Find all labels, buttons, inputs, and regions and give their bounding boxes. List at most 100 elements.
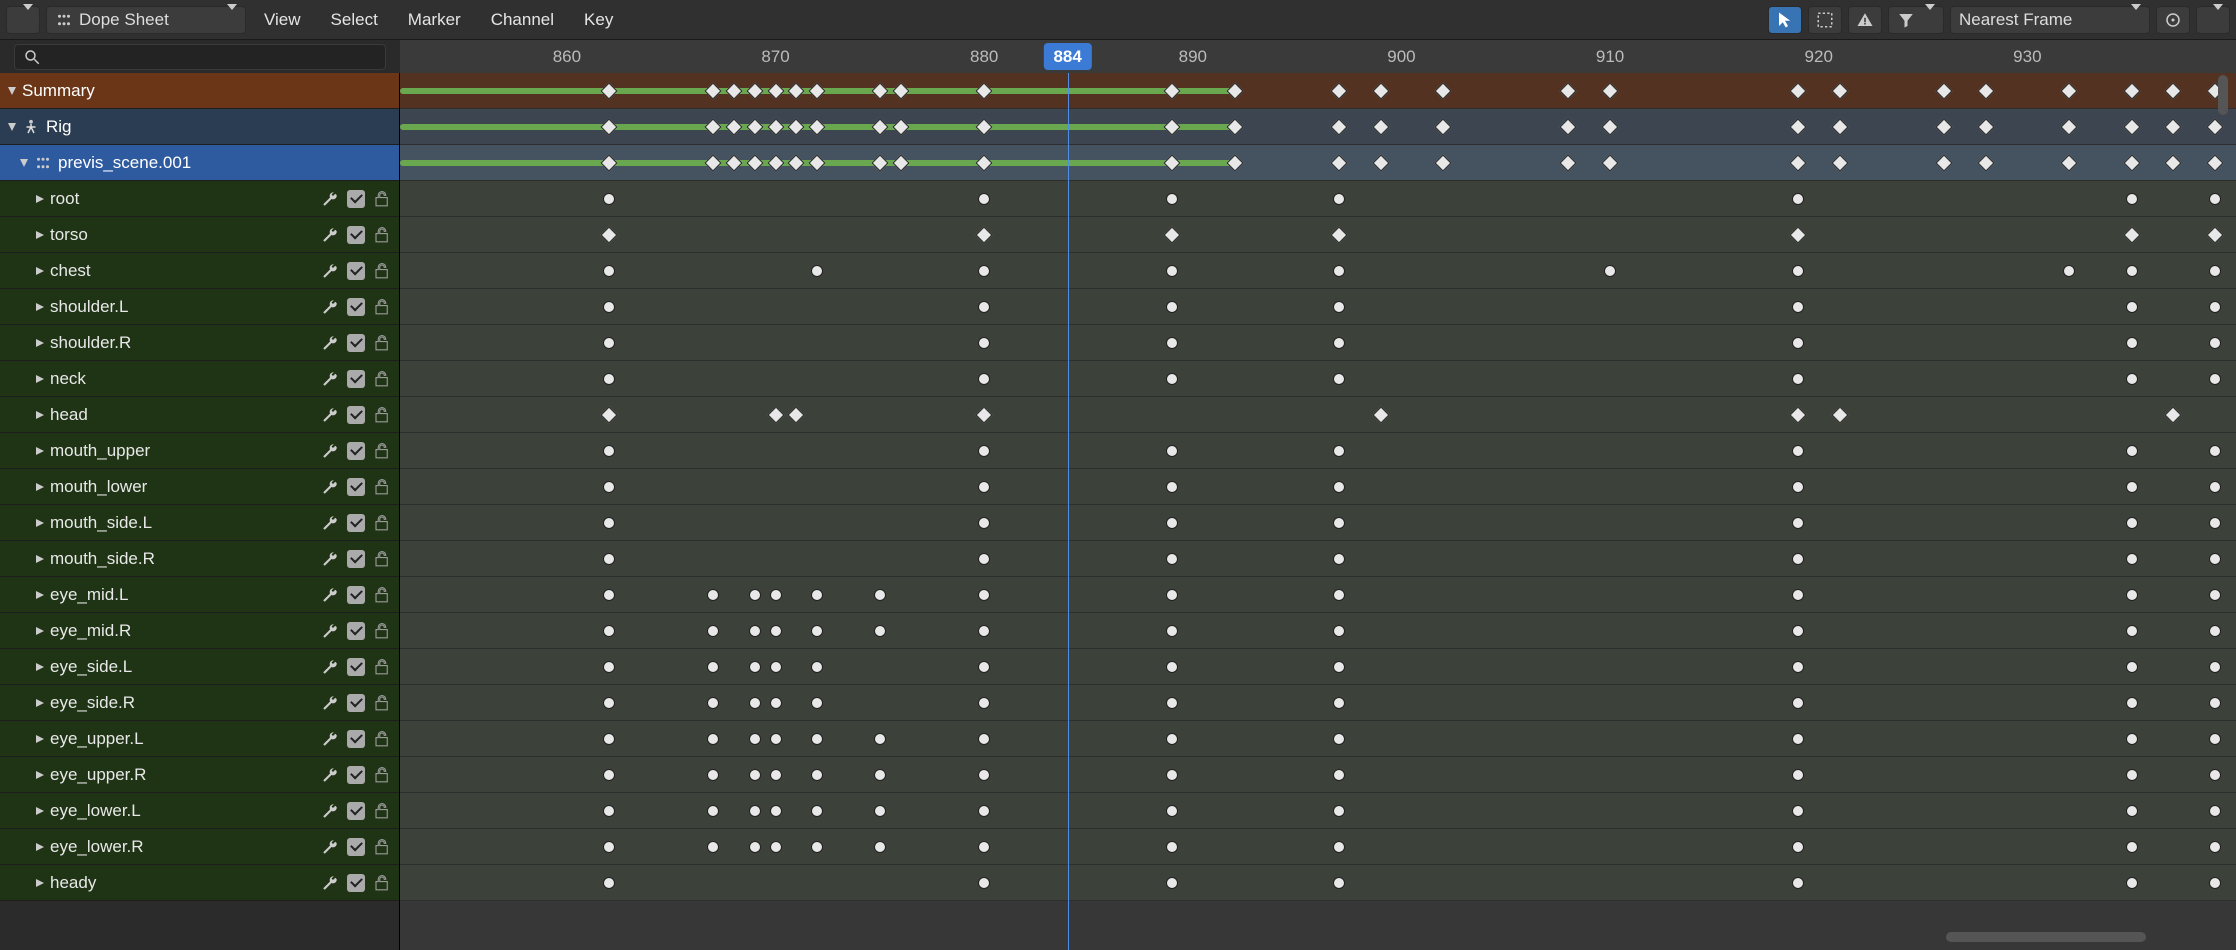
horizontal-scrollbar[interactable] <box>400 932 2236 946</box>
keyframe[interactable] <box>1935 154 1952 171</box>
modifier-toggle[interactable] <box>321 370 339 388</box>
keyframe[interactable] <box>746 82 763 99</box>
timeline-area[interactable] <box>400 73 2236 950</box>
keyframe[interactable] <box>978 481 990 493</box>
keyframe[interactable] <box>1166 661 1178 673</box>
keyframe[interactable] <box>978 697 990 709</box>
keyframe[interactable] <box>874 805 886 817</box>
keyframe[interactable] <box>707 769 719 781</box>
keyframe[interactable] <box>1333 265 1345 277</box>
keyframe[interactable] <box>603 265 615 277</box>
keyframe[interactable] <box>1792 625 1804 637</box>
menu-marker[interactable]: Marker <box>396 10 473 30</box>
timeline-row[interactable] <box>400 145 2236 181</box>
mute-toggle[interactable] <box>347 370 365 388</box>
keyframe[interactable] <box>767 82 784 99</box>
box-select-button[interactable] <box>1808 6 1842 34</box>
disclosure-open-icon[interactable] <box>8 123 16 131</box>
disclosure-closed-icon[interactable] <box>36 879 44 887</box>
channel-row[interactable]: mouth_side.R <box>0 541 399 577</box>
keyframe[interactable] <box>1435 154 1452 171</box>
keyframe[interactable] <box>1333 769 1345 781</box>
keyframe[interactable] <box>2126 733 2138 745</box>
channel-row[interactable]: neck <box>0 361 399 397</box>
keyframe[interactable] <box>1330 118 1347 135</box>
keyframe[interactable] <box>978 373 990 385</box>
keyframe[interactable] <box>704 82 721 99</box>
keyframe[interactable] <box>770 697 782 709</box>
disclosure-closed-icon[interactable] <box>36 411 44 419</box>
keyframe[interactable] <box>809 118 826 135</box>
timeline-row[interactable] <box>400 505 2236 541</box>
modifier-toggle[interactable] <box>321 874 339 892</box>
timeline-row[interactable] <box>400 793 2236 829</box>
mute-toggle[interactable] <box>347 730 365 748</box>
keyframe[interactable] <box>725 154 742 171</box>
keyframe[interactable] <box>749 805 761 817</box>
keyframe[interactable] <box>1226 118 1243 135</box>
filter-button[interactable] <box>1888 6 1944 34</box>
lock-toggle[interactable] <box>373 226 391 244</box>
keyframe[interactable] <box>1789 82 1806 99</box>
keyframe[interactable] <box>2126 517 2138 529</box>
channel-row[interactable]: eye_upper.R <box>0 757 399 793</box>
keyframe[interactable] <box>892 118 909 135</box>
timeline-row[interactable] <box>400 109 2236 145</box>
channel-row[interactable]: eye_mid.R <box>0 613 399 649</box>
keyframe[interactable] <box>1935 118 1952 135</box>
keyframe[interactable] <box>770 841 782 853</box>
keyframe[interactable] <box>603 301 615 313</box>
menu-select[interactable]: Select <box>319 10 390 30</box>
keyframe[interactable] <box>1163 226 1180 243</box>
keyframe[interactable] <box>1166 697 1178 709</box>
mute-toggle[interactable] <box>347 190 365 208</box>
keyframe[interactable] <box>2126 805 2138 817</box>
disclosure-closed-icon[interactable] <box>36 519 44 527</box>
keyframe[interactable] <box>978 841 990 853</box>
keyframe[interactable] <box>770 661 782 673</box>
mute-toggle[interactable] <box>347 694 365 712</box>
keyframe[interactable] <box>1166 553 1178 565</box>
disclosure-closed-icon[interactable] <box>36 807 44 815</box>
mute-toggle[interactable] <box>347 514 365 532</box>
keyframe[interactable] <box>1935 82 1952 99</box>
keyframe[interactable] <box>2126 661 2138 673</box>
keyframe[interactable] <box>788 406 805 423</box>
modifier-toggle[interactable] <box>321 802 339 820</box>
disclosure-closed-icon[interactable] <box>36 591 44 599</box>
timeline-row[interactable] <box>400 541 2236 577</box>
keyframe[interactable] <box>707 697 719 709</box>
keyframe[interactable] <box>2061 118 2078 135</box>
lock-toggle[interactable] <box>373 658 391 676</box>
keyframe[interactable] <box>1789 226 1806 243</box>
keyframe[interactable] <box>811 769 823 781</box>
keyframe[interactable] <box>1789 154 1806 171</box>
channel-row[interactable]: shoulder.R <box>0 325 399 361</box>
keyframe[interactable] <box>1372 406 1389 423</box>
keyframe[interactable] <box>976 118 993 135</box>
keyframe[interactable] <box>603 481 615 493</box>
mute-toggle[interactable] <box>347 802 365 820</box>
keyframe[interactable] <box>1792 373 1804 385</box>
lock-toggle[interactable] <box>373 442 391 460</box>
keyframe[interactable] <box>603 337 615 349</box>
keyframe[interactable] <box>2126 625 2138 637</box>
modifier-toggle[interactable] <box>321 406 339 424</box>
keyframe[interactable] <box>809 82 826 99</box>
keyframe[interactable] <box>749 625 761 637</box>
keyframe[interactable] <box>1372 118 1389 135</box>
keyframe[interactable] <box>1166 193 1178 205</box>
keyframe[interactable] <box>603 769 615 781</box>
keyframe[interactable] <box>1789 118 1806 135</box>
cursor-tool-button[interactable] <box>1768 6 1802 34</box>
keyframe[interactable] <box>749 661 761 673</box>
channel-row[interactable]: mouth_lower <box>0 469 399 505</box>
keyframe[interactable] <box>1330 226 1347 243</box>
keyframe[interactable] <box>1560 154 1577 171</box>
disclosure-closed-icon[interactable] <box>36 555 44 563</box>
keyframe[interactable] <box>1166 301 1178 313</box>
keyframe[interactable] <box>2126 769 2138 781</box>
keyframe[interactable] <box>1792 661 1804 673</box>
keyframe[interactable] <box>767 406 784 423</box>
disclosure-closed-icon[interactable] <box>36 303 44 311</box>
